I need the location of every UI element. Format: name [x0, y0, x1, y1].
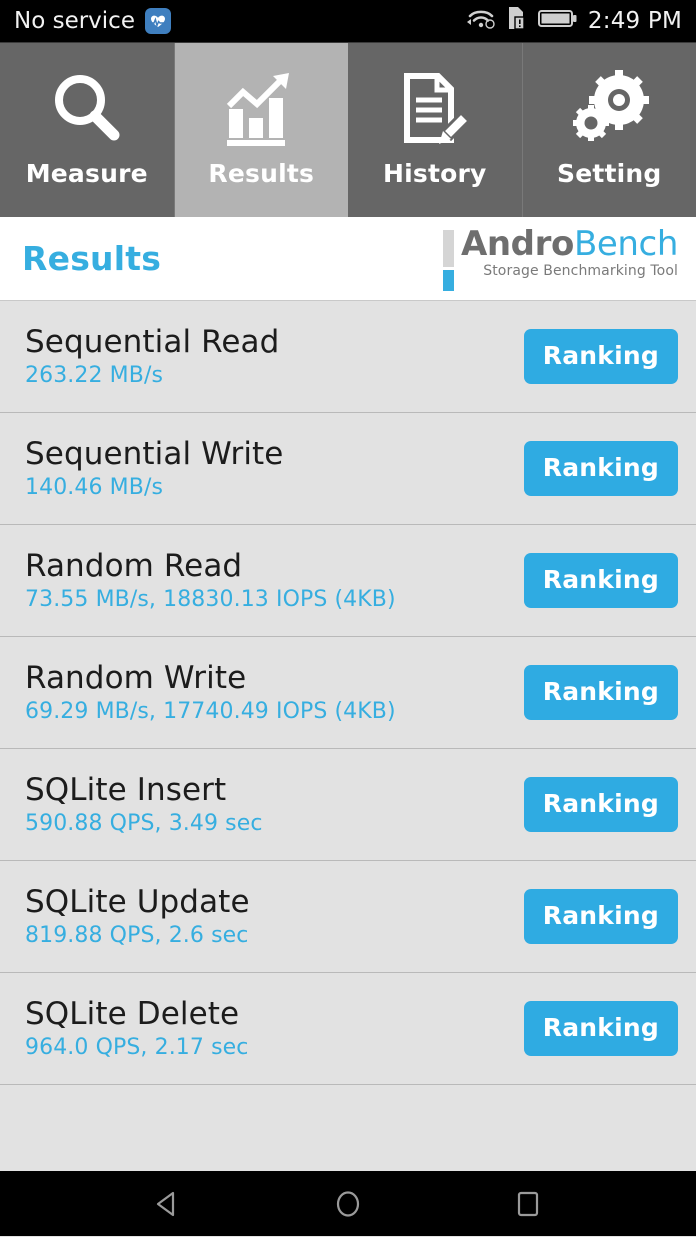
result-texts: Sequential Read 263.22 MB/s: [25, 326, 279, 388]
heart-rate-badge-icon: [144, 8, 171, 34]
table-row[interactable]: SQLite Delete 964.0 QPS, 2.17 sec Rankin…: [0, 973, 696, 1085]
carrier-label: No service: [14, 8, 135, 34]
ranking-button[interactable]: Ranking: [523, 777, 678, 832]
status-bar-left: No service: [14, 8, 466, 34]
result-name: SQLite Delete: [25, 995, 240, 1032]
ranking-button[interactable]: Ranking: [523, 553, 678, 608]
tab-setting-label: Setting: [556, 158, 662, 188]
ranking-button[interactable]: Ranking: [523, 329, 678, 384]
result-name: Random Read: [25, 547, 243, 584]
table-row[interactable]: Sequential Write 140.46 MB/s Ranking: [0, 413, 696, 525]
page-title: Results: [22, 239, 162, 278]
sim-alert-icon: [506, 5, 528, 37]
ranking-button[interactable]: Ranking: [523, 889, 678, 944]
ranking-button[interactable]: Ranking: [523, 1001, 678, 1056]
result-name: SQLite Update: [25, 883, 250, 920]
clock-label: 2:49 PM: [587, 8, 682, 34]
tab-results[interactable]: Results: [174, 43, 348, 217]
ranking-button[interactable]: Ranking: [523, 665, 678, 720]
status-bar: No service 2:49 PM: [0, 0, 696, 42]
back-triangle-icon[interactable]: [138, 1182, 198, 1226]
document-pencil-icon: [393, 67, 477, 153]
result-texts: Random Write 69.29 MB/s, 17740.49 IOPS (…: [25, 662, 396, 724]
magnifier-icon: [45, 67, 129, 153]
tab-history-label: History: [382, 158, 487, 188]
tab-measure-label: Measure: [25, 158, 148, 188]
logo-text: AndroBench Storage Benchmarking Tool: [460, 223, 678, 280]
table-row[interactable]: Random Write 69.29 MB/s, 17740.49 IOPS (…: [0, 637, 696, 749]
result-name: Sequential Read: [25, 323, 280, 360]
home-circle-icon[interactable]: [318, 1182, 378, 1226]
gears-icon: [567, 67, 651, 153]
androbench-logo: AndroBench Storage Benchmarking Tool: [442, 223, 678, 291]
results-list: Sequential Read 263.22 MB/s Ranking Sequ…: [0, 301, 696, 1171]
result-value: 73.55 MB/s, 18830.13 IOPS (4KB): [25, 587, 396, 613]
result-texts: Sequential Write 140.46 MB/s: [25, 438, 283, 500]
result-texts: SQLite Insert 590.88 QPS, 3.49 sec: [25, 774, 263, 836]
result-value: 140.46 MB/s: [25, 475, 164, 501]
ranking-button[interactable]: Ranking: [523, 441, 678, 496]
result-texts: Random Read 73.55 MB/s, 18830.13 IOPS (4…: [25, 550, 396, 612]
result-value: 819.88 QPS, 2.6 sec: [25, 923, 249, 949]
result-value: 590.88 QPS, 3.49 sec: [25, 811, 263, 837]
result-texts: SQLite Delete 964.0 QPS, 2.17 sec: [25, 998, 248, 1060]
result-name: SQLite Insert: [25, 771, 227, 808]
system-navigation-bar: [0, 1171, 696, 1236]
tab-setting[interactable]: Setting: [522, 43, 696, 217]
logo-word-andro: Andro: [460, 223, 574, 264]
tab-history[interactable]: History: [348, 43, 523, 217]
table-row[interactable]: Sequential Read 263.22 MB/s Ranking: [0, 301, 696, 413]
table-row[interactable]: SQLite Update 819.88 QPS, 2.6 sec Rankin…: [0, 861, 696, 973]
result-value: 964.0 QPS, 2.17 sec: [25, 1035, 249, 1061]
recents-square-icon[interactable]: [498, 1182, 558, 1226]
logo-wordmark: AndroBench: [460, 223, 678, 264]
logo-word-bench: Bench: [573, 223, 678, 264]
bar-chart-trend-icon: [219, 67, 303, 153]
page-header: Results AndroBench Storage Benchmarking …: [0, 217, 696, 301]
battery-icon: [537, 7, 578, 35]
result-value: 263.22 MB/s: [25, 363, 164, 389]
result-name: Random Write: [25, 659, 247, 696]
result-value: 69.29 MB/s, 17740.49 IOPS (4KB): [25, 699, 396, 725]
logo-tagline: Storage Benchmarking Tool: [483, 263, 678, 280]
result-name: Sequential Write: [25, 435, 284, 472]
result-texts: SQLite Update 819.88 QPS, 2.6 sec: [25, 886, 250, 948]
wifi-icon: [466, 6, 496, 36]
status-bar-right: 2:49 PM: [466, 5, 682, 37]
table-row[interactable]: Random Read 73.55 MB/s, 18830.13 IOPS (4…: [0, 525, 696, 637]
tab-results-label: Results: [208, 158, 315, 188]
tab-measure[interactable]: Measure: [0, 43, 175, 217]
logo-bars-icon: [442, 227, 454, 291]
table-row[interactable]: SQLite Insert 590.88 QPS, 3.49 sec Ranki…: [0, 749, 696, 861]
tab-bar: Measure Results History Setting: [0, 42, 696, 217]
